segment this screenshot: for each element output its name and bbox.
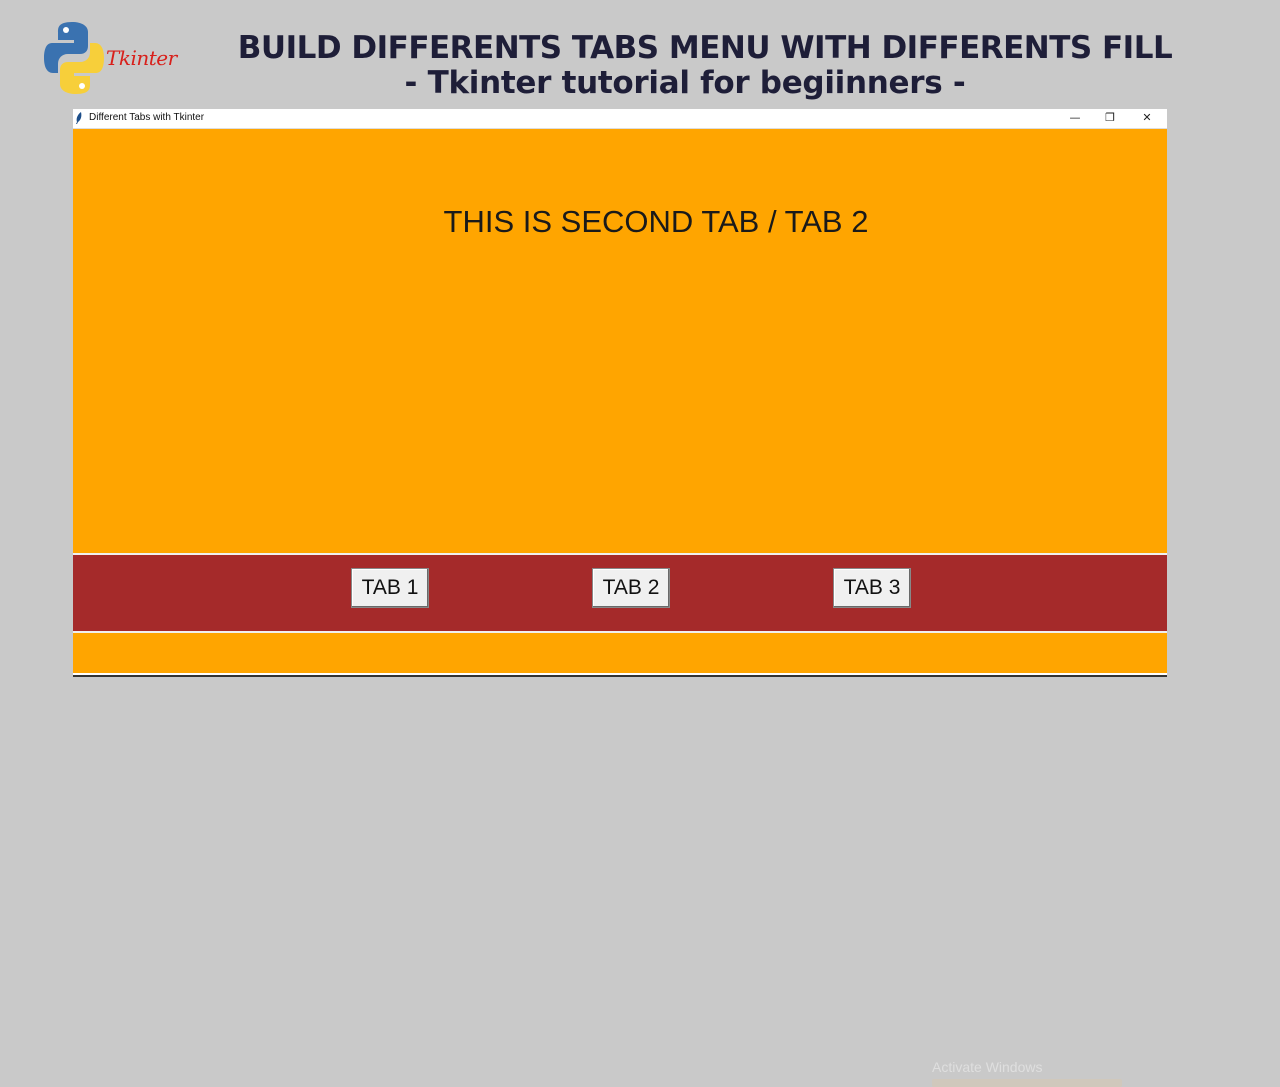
window-titlebar[interactable]: Different Tabs with Tkinter — ❐ ✕ (73, 109, 1167, 129)
tab-button-bar: TAB 1 TAB 2 TAB 3 Activate Windows (73, 555, 1167, 1087)
python-tkinter-logo: Tkinter (44, 20, 184, 100)
close-icon[interactable]: ✕ (1129, 109, 1165, 128)
python-logo-icon (44, 22, 104, 94)
tkinter-logo-text: Tkinter (106, 46, 177, 70)
activate-windows-watermark: Activate Windows (932, 1059, 1043, 1075)
footer-area (73, 633, 1167, 673)
minimize-icon[interactable]: — (1057, 109, 1093, 128)
tab-content-label: THIS IS SECOND TAB / TAB 2 (443, 204, 869, 239)
maximize-icon[interactable]: ❐ (1092, 109, 1128, 128)
tkinter-window: Different Tabs with Tkinter — ❐ ✕ THIS I… (73, 109, 1167, 1087)
heading-subtitle: - Tkinter tutorial for begiinners - (404, 65, 966, 101)
tab-1-button[interactable]: TAB 1 (351, 568, 429, 608)
feather-icon (76, 112, 82, 124)
tab-2-button[interactable]: TAB 2 (592, 568, 670, 608)
tab-3-button[interactable]: TAB 3 (833, 568, 911, 608)
activate-windows-subtext (932, 1079, 1122, 1087)
video-heading: BUILD DIFFERENTS TABS MENU WITH DIFFEREN… (200, 28, 1210, 100)
window-title: Different Tabs with Tkinter (89, 112, 205, 123)
heading-title: BUILD DIFFERENTS TABS MENU WITH DIFFEREN… (237, 30, 1173, 66)
tab-content-area: THIS IS SECOND TAB / TAB 2 (73, 129, 1167, 553)
